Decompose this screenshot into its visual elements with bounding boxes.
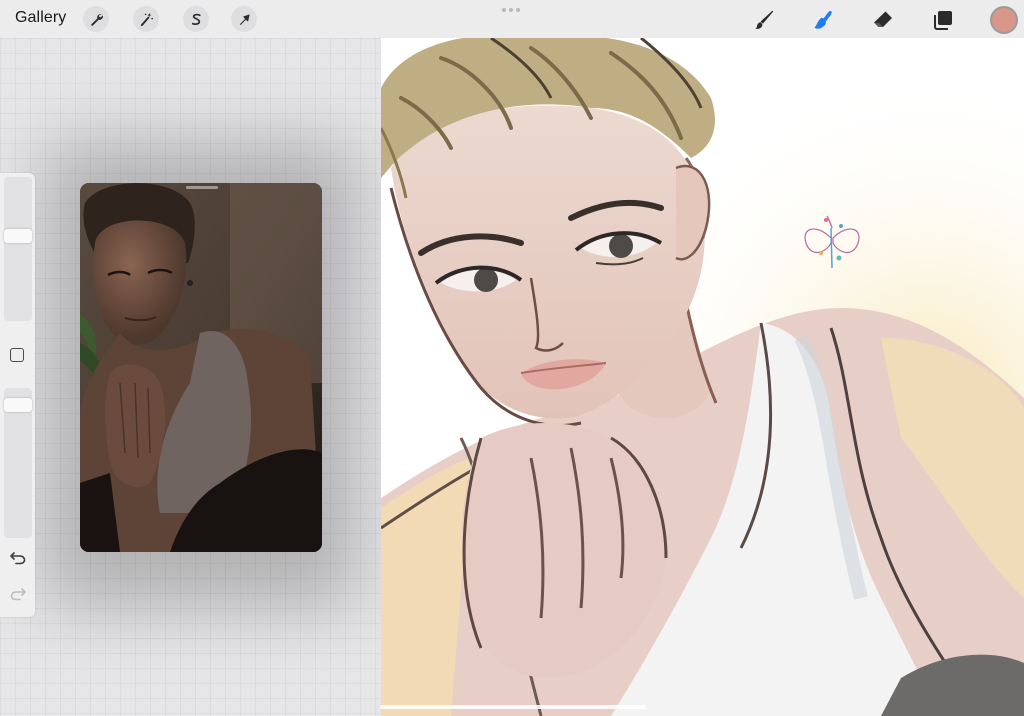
wrench-icon <box>90 13 103 26</box>
drawing-canvas[interactable] <box>381 38 1024 716</box>
layers-button[interactable] <box>930 7 956 33</box>
reference-window-grabber[interactable] <box>186 186 218 189</box>
redo-arrow-icon <box>10 588 26 601</box>
redo-button[interactable] <box>8 585 28 603</box>
erase-tool-button[interactable] <box>870 7 896 33</box>
opacity-slider-handle[interactable] <box>4 398 32 412</box>
drag-handle-dots-icon[interactable] <box>502 8 520 12</box>
gallery-button[interactable]: Gallery <box>15 9 66 27</box>
top-toolbar: Gallery <box>0 0 1024 38</box>
undo-arrow-icon <box>10 552 26 565</box>
opacity-slider[interactable] <box>4 388 32 538</box>
paint-tool-button[interactable] <box>751 7 777 33</box>
modify-button[interactable] <box>10 348 24 362</box>
smudge-finger-icon <box>814 11 832 29</box>
artwork <box>381 38 1024 716</box>
brush-icon <box>755 10 774 29</box>
selection-s-icon <box>191 13 201 25</box>
layers-icon <box>934 11 952 30</box>
magic-wand-icon <box>140 12 153 26</box>
reference-photo-window[interactable] <box>80 183 322 552</box>
selection-button[interactable] <box>183 6 209 32</box>
undo-button[interactable] <box>8 549 28 567</box>
transform-button[interactable] <box>231 6 257 32</box>
arrow-cursor-icon <box>239 13 250 25</box>
home-indicator <box>380 705 646 709</box>
sidebar-panel <box>0 173 35 617</box>
smudge-tool-button[interactable] <box>810 7 836 33</box>
color-picker-swatch[interactable] <box>990 6 1018 34</box>
brush-size-slider-handle[interactable] <box>4 229 32 243</box>
adjustments-button[interactable] <box>133 6 159 32</box>
reference-photo <box>80 183 322 552</box>
eraser-icon <box>874 11 892 27</box>
brush-size-slider[interactable] <box>4 177 32 321</box>
procreate-app: Gallery <box>0 0 1024 716</box>
actions-button[interactable] <box>83 6 109 32</box>
